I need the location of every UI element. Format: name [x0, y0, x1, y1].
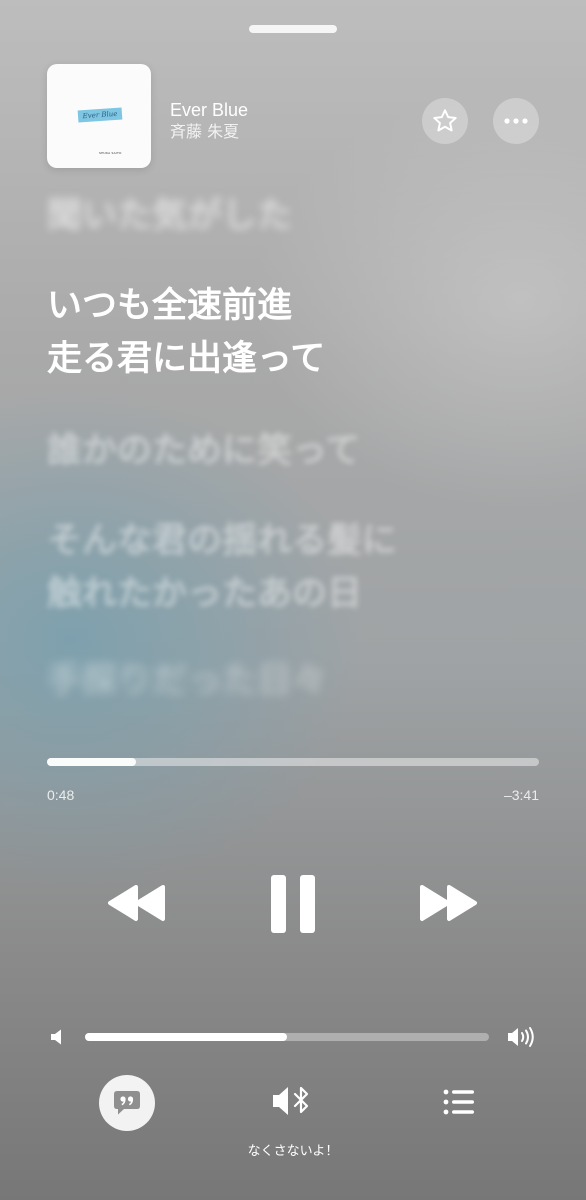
fast-forward-button[interactable] [418, 883, 480, 927]
audio-output-button[interactable] [271, 1084, 315, 1122]
lyric-line-previous[interactable]: 聞いた気がした [47, 190, 292, 243]
speaker-high-icon [508, 1027, 534, 1047]
sheet-grabber[interactable] [249, 25, 337, 33]
pause-icon [271, 875, 315, 933]
lyric-line-next[interactable]: 誰かのために笑って [47, 425, 360, 478]
elapsed-time: 0:48 [47, 787, 75, 803]
ellipsis-icon [504, 118, 528, 124]
fast-forward-icon [420, 885, 477, 921]
bluetooth-speaker-icon [273, 1086, 309, 1115]
song-artist[interactable]: 斉藤 朱夏 [170, 122, 239, 142]
list-icon [443, 1089, 474, 1115]
volume-slider[interactable] [85, 1033, 489, 1041]
more-options-button[interactable] [493, 98, 539, 144]
favorite-button[interactable] [422, 98, 468, 144]
song-title[interactable]: Ever Blue [170, 99, 248, 121]
speaker-low-icon [51, 1029, 61, 1045]
output-device-name: なくさないよ！ [247, 1144, 339, 1159]
quote-bubble-icon [114, 1091, 140, 1115]
playback-progress-fill [47, 758, 136, 766]
star-icon [433, 109, 457, 132]
rewind-button[interactable] [106, 883, 168, 927]
artwork-title: Ever Blue [77, 107, 123, 123]
volume-level-fill [85, 1033, 287, 1041]
lyric-line-current[interactable]: いつも全速前進 走る君に出逢って [47, 280, 325, 386]
pause-button[interactable] [270, 874, 316, 938]
lyric-line-next[interactable]: 手探りだった日々 [47, 655, 327, 708]
lyrics-toggle-button[interactable] [99, 1075, 155, 1131]
lyric-line-next[interactable]: そんな君の揺れる髪に 触れたかったあの日 [47, 515, 397, 621]
rewind-icon [108, 885, 165, 921]
playback-scrubber[interactable] [47, 758, 539, 766]
volume-min-icon-wrap [49, 1028, 65, 1050]
album-artwork[interactable]: Ever Blue SHUKA SAITO [47, 64, 151, 168]
artwork-credit: SHUKA SAITO [99, 151, 122, 155]
volume-max-icon-wrap [506, 1026, 538, 1052]
remaining-time: –3:41 [503, 787, 539, 803]
queue-button[interactable] [442, 1088, 476, 1120]
